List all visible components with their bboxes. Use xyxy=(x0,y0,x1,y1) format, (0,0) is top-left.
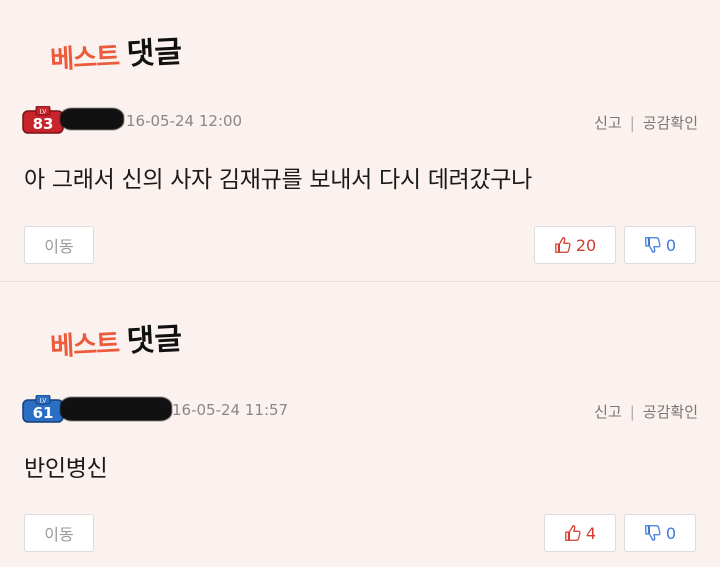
sympathy-check-link[interactable]: 공감확인 xyxy=(643,114,698,132)
downvote-button[interactable]: 0 xyxy=(624,226,696,264)
redacted-username xyxy=(60,397,172,421)
comment-meta: LV 61 16-05-24 11:57 신고 | 공감확인 xyxy=(22,395,698,425)
best-comment-label: 베스트 댓글 xyxy=(49,321,183,363)
comment-meta: LV 83 16-05-24 12:00 신고 | 공감확인 xyxy=(22,106,698,136)
svg-text:83: 83 xyxy=(33,115,54,133)
sympathy-check-link[interactable]: 공감확인 xyxy=(643,403,698,421)
best-comment-1: 베스트 댓글 LV 83 16-05-24 12:00 신고 | 공감확인 아 그래서… xyxy=(0,0,720,282)
report-link[interactable]: 신고 xyxy=(594,403,622,421)
upvote-button[interactable]: 4 xyxy=(544,514,616,552)
comment-date: 16-05-24 11:57 xyxy=(172,401,289,419)
level-badge: LV 83 xyxy=(22,106,64,134)
svg-text:61: 61 xyxy=(33,404,54,422)
move-button[interactable]: 이동 xyxy=(24,514,94,552)
thumbs-down-icon xyxy=(645,525,661,541)
comment-actions: 신고 | 공감확인 xyxy=(594,114,698,132)
comment-date: 16-05-24 12:00 xyxy=(126,112,243,130)
thumbs-up-icon xyxy=(554,237,571,253)
best-comment-label: 베스트 댓글 xyxy=(49,34,183,76)
downvote-count: 0 xyxy=(665,523,677,543)
upvote-button[interactable]: 20 xyxy=(534,226,616,264)
upvote-count: 4 xyxy=(585,523,597,543)
level-badge: LV 61 xyxy=(22,395,64,423)
upvote-count: 20 xyxy=(575,235,597,255)
report-link[interactable]: 신고 xyxy=(594,114,622,132)
thumbs-up-icon xyxy=(565,525,581,541)
move-button[interactable]: 이동 xyxy=(24,226,94,264)
downvote-button[interactable]: 0 xyxy=(624,514,696,552)
comment-text: 아 그래서 신의 사자 김재규를 보내서 다시 데려갔구나 xyxy=(24,167,532,193)
thumbs-down-icon xyxy=(645,237,661,253)
redacted-username xyxy=(60,108,124,130)
comment-actions: 신고 | 공감확인 xyxy=(594,403,698,421)
comment-text: 반인병신 xyxy=(24,456,108,482)
best-comment-2: 베스트 댓글 LV 61 16-05-24 11:57 신고 | 공감확인 반인병신 … xyxy=(0,283,720,567)
downvote-count: 0 xyxy=(665,235,677,255)
